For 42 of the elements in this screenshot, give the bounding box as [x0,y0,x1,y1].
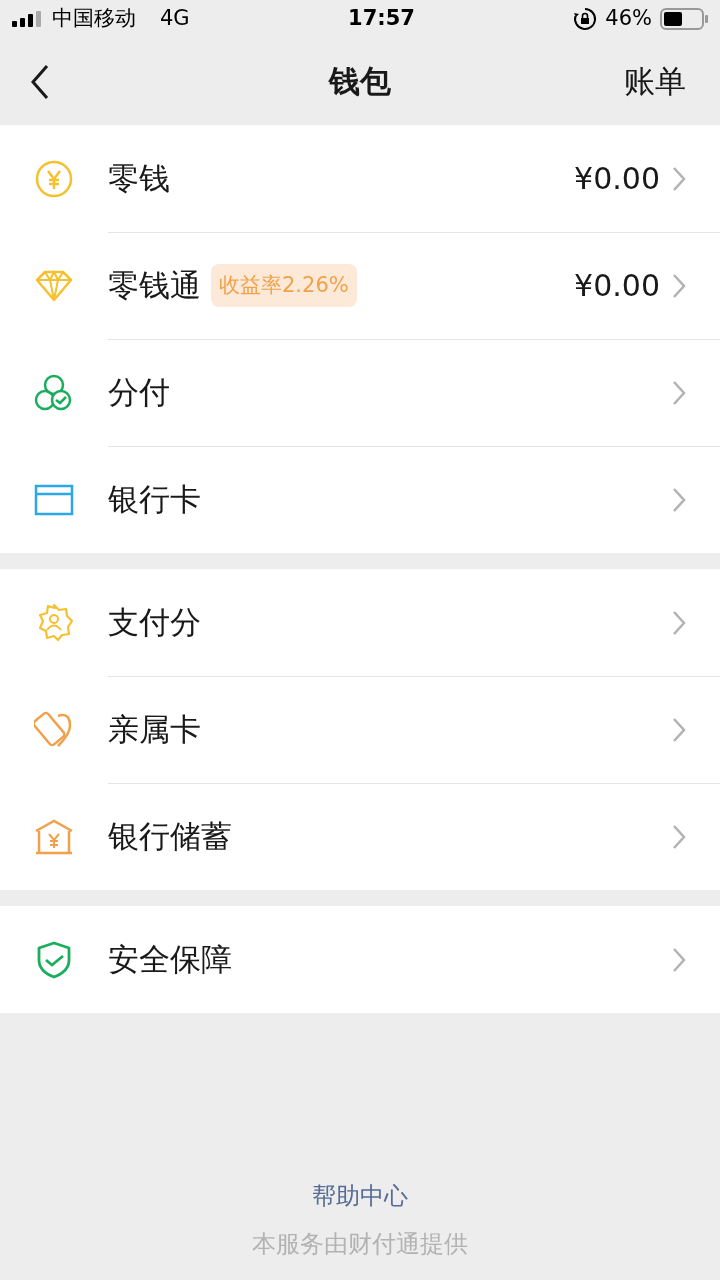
row-label: 安全保障 [108,940,232,980]
chevron-icon [672,609,686,636]
row-label: 银行卡 [108,480,201,520]
help-link[interactable]: 帮助中心 [312,1182,408,1210]
battery-percent: 46% [605,5,652,33]
row-label: 支付分 [108,603,201,643]
provider-note: 本服务由财付通提供 [251,1229,469,1260]
menu-row[interactable]: 分付 [0,339,720,446]
chevron-icon [672,946,686,973]
back-button[interactable] [30,63,50,100]
chevron-icon [672,486,686,513]
menu-row[interactable]: 零钱 ¥0.00 [0,125,720,232]
page-title: 钱包 [329,63,391,100]
chevron-icon [672,716,686,743]
row-label: 零钱 [108,159,170,199]
menu-row[interactable]: 支付分 [0,569,720,676]
back-icon [30,63,50,100]
row-label: 银行储蓄 [108,817,232,857]
battery-icon [660,8,708,30]
row-label: 亲属卡 [108,710,201,750]
chevron-icon [672,165,686,192]
balance-amount: ¥0.00 [574,160,660,198]
row-label: 零钱通 [108,266,201,306]
coin-icon [34,158,74,199]
menu-row[interactable]: 零钱通 收益率2.26% ¥0.00 [0,232,720,339]
rotation-lock-icon [573,7,598,31]
row-label: 分付 [108,373,170,413]
menu-row[interactable]: 银行卡 [0,446,720,553]
balance-amount: ¥0.00 [574,267,660,305]
menu-row[interactable]: 银行储蓄 [0,783,720,890]
signal-icon [12,11,44,27]
network-type: 4G [160,5,190,33]
chevron-icon [672,823,686,850]
menu-row[interactable]: 亲属卡 [0,676,720,783]
carrier-name: 中国移动 [52,5,136,33]
chevron-icon [672,272,686,299]
chevron-icon [672,379,686,406]
status-time: 17:57 [348,5,415,33]
yield-tag: 收益率2.26% [211,263,357,308]
circles-icon [34,372,74,413]
bill-button[interactable]: 账单 [624,58,686,105]
menu-row[interactable]: 安全保障 [0,906,720,1013]
